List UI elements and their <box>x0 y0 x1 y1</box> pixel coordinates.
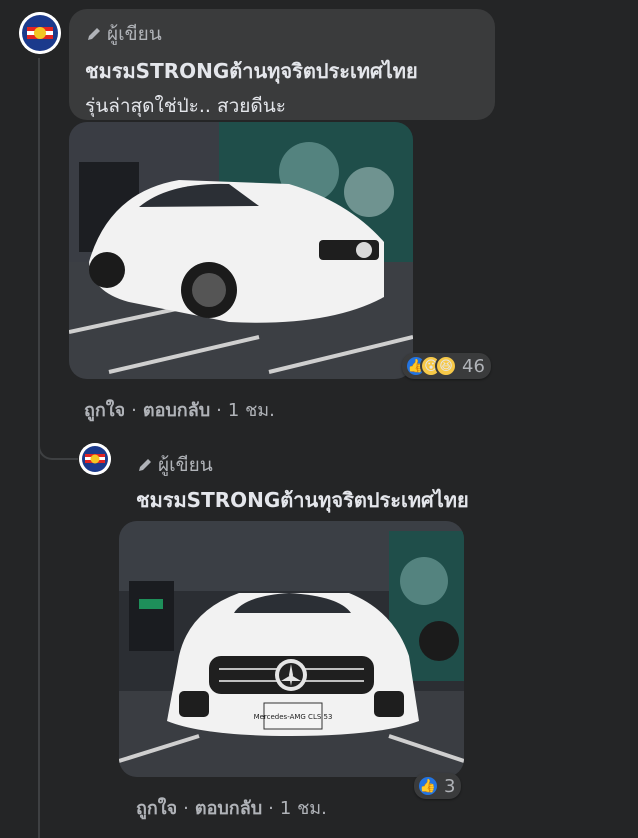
reaction-count: 46 <box>462 355 485 377</box>
author-badge: ผู้เขียน <box>85 19 479 49</box>
author-badge-label: ผู้เขียน <box>107 23 162 45</box>
comment-bubble: ผู้เขียน ชมรมSTRONGต้านทุจริตประเทศไทย ร… <box>69 9 495 120</box>
reply-author-badge: ผู้เขียน <box>136 450 213 480</box>
avatar[interactable] <box>19 12 61 54</box>
reply-actions: ถูกใจ · ตอบกลับ · 1 ชม. <box>136 798 327 819</box>
reply-connector <box>38 438 78 460</box>
reply-button[interactable]: ตอบกลับ <box>143 400 210 421</box>
reply-avatar[interactable] <box>79 443 111 475</box>
reply-reaction-count: 3 <box>444 775 456 797</box>
timestamp[interactable]: 1 ชม. <box>280 798 327 819</box>
reply-author-badge-label: ผู้เขียน <box>158 454 213 476</box>
pencil-icon <box>139 459 151 471</box>
reply-button[interactable]: ตอบกลับ <box>195 798 262 819</box>
pencil-icon <box>88 28 100 40</box>
like-button[interactable]: ถูกใจ <box>136 798 177 819</box>
comment-photo[interactable] <box>69 122 413 379</box>
comment-actions: ถูกใจ · ตอบกลับ · 1 ชม. <box>84 400 275 421</box>
author-name[interactable]: ชมรมSTRONGต้านทุจริตประเทศไทย <box>85 55 479 87</box>
like-icon: 👍 <box>417 775 439 797</box>
license-plate: Mercedes-AMG CLS 53 <box>254 713 333 721</box>
reply-reaction-summary[interactable]: 👍 3 <box>414 773 462 799</box>
reply-photo[interactable]: Mercedes-AMG CLS 53 <box>119 521 464 777</box>
reaction-summary[interactable]: 👍 😮 😆 46 <box>402 353 491 379</box>
comment-text: รุ่นล่าสุดใช่ป่ะ.. สวยดีนะ <box>85 95 286 117</box>
reply-author-name[interactable]: ชมรมSTRONGต้านทุจริตประเทศไทย <box>136 484 469 516</box>
like-button[interactable]: ถูกใจ <box>84 400 125 421</box>
haha-icon: 😆 <box>435 355 457 377</box>
timestamp[interactable]: 1 ชม. <box>228 400 275 421</box>
